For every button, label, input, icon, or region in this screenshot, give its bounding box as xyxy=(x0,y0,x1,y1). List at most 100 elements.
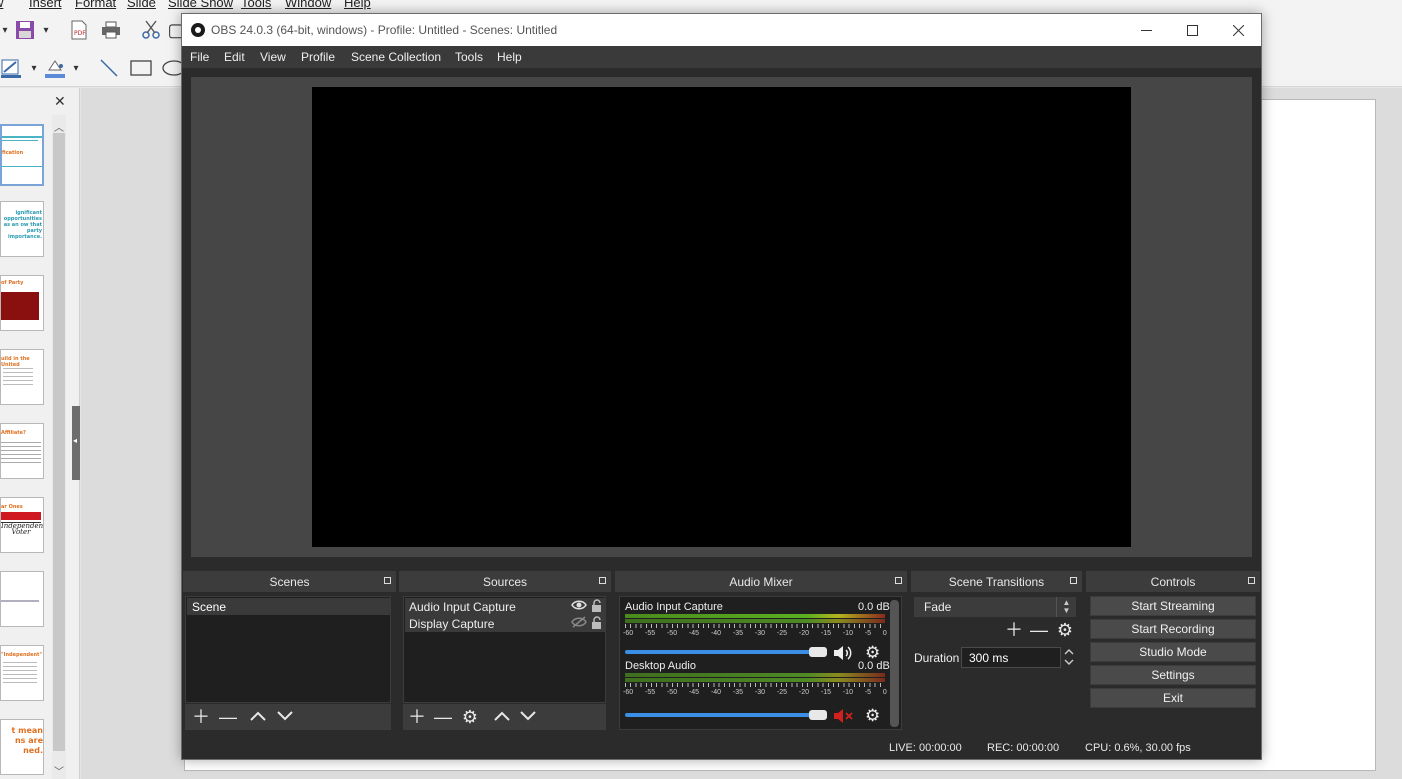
volume-slider-handle[interactable] xyxy=(809,647,827,657)
visibility-eye-icon[interactable] xyxy=(571,599,587,614)
float-dock-icon[interactable] xyxy=(384,577,391,584)
volume-meter xyxy=(625,673,885,677)
float-dock-icon[interactable] xyxy=(1070,577,1077,584)
speaker-icon[interactable] xyxy=(833,644,855,665)
maximize-button[interactable] xyxy=(1169,14,1215,46)
audio-mixer-panel: Audio Input Capture 0.0 dB -60 -55 -50 -45-… xyxy=(619,596,902,730)
move-down-chevron-icon[interactable] xyxy=(275,708,295,726)
scene-item[interactable]: Scene xyxy=(187,598,391,615)
bg-menu-slide[interactable]: Slide xyxy=(127,0,156,10)
panel-splitter[interactable]: ◂ xyxy=(72,406,80,480)
mixer-scrollbar[interactable] xyxy=(890,600,899,727)
scrollbar-thumb[interactable] xyxy=(53,133,65,751)
title-bar[interactable]: OBS 24.0.3 (64-bit, windows) - Profile: … xyxy=(182,14,1261,46)
transition-select-arrows-icon[interactable]: ▲ ▼ xyxy=(1056,597,1076,617)
minimize-button[interactable] xyxy=(1123,14,1169,46)
start-recording-button[interactable]: Start Recording xyxy=(1090,619,1256,639)
duration-stepper-icon[interactable] xyxy=(1061,647,1077,668)
remove-transition-minus-icon[interactable]: — xyxy=(1029,621,1049,639)
slide-thumbnail[interactable]: ignificant opportunities as an ow that p… xyxy=(0,201,44,257)
slide-thumbnail[interactable]: uild in the United xyxy=(0,349,44,405)
studio-mode-button[interactable]: Studio Mode xyxy=(1090,642,1256,662)
add-transition-plus-icon[interactable]: ＋ xyxy=(1004,621,1024,639)
lock-icon[interactable] xyxy=(591,616,602,632)
chevron-down-icon[interactable]: ﹀ xyxy=(54,763,64,778)
lock-icon[interactable] xyxy=(591,599,602,615)
slide-thumbnail[interactable]: Affiliate? xyxy=(0,423,44,479)
slide-thumbnail[interactable] xyxy=(0,571,44,627)
move-up-chevron-icon[interactable] xyxy=(248,708,268,726)
scenes-list[interactable]: Scene xyxy=(185,596,391,703)
bg-menu-window[interactable]: Window xyxy=(285,0,331,10)
line-color-icon[interactable] xyxy=(0,57,22,79)
print-icon[interactable] xyxy=(98,19,124,41)
volume-slider[interactable] xyxy=(625,713,825,717)
add-source-plus-icon[interactable]: ＋ xyxy=(407,708,427,726)
preview-canvas[interactable] xyxy=(312,87,1131,547)
close-icon[interactable]: ✕ xyxy=(54,94,68,108)
dock-title-controls: Controls xyxy=(1086,571,1260,592)
slides-scrollbar[interactable]: ︿ ﹀ xyxy=(52,115,66,779)
bg-menu-tools[interactable]: Tools xyxy=(241,0,271,10)
close-button[interactable] xyxy=(1215,14,1261,46)
bg-menu-insert[interactable]: Insert xyxy=(29,0,62,10)
bg-menu-format[interactable]: Format xyxy=(75,0,116,10)
menu-edit[interactable]: Edit xyxy=(224,50,245,64)
slide-thumbnail[interactable]: of Party xyxy=(0,275,44,331)
slide-image xyxy=(1,292,39,320)
bg-menu-view[interactable]: w xyxy=(0,0,3,10)
settings-button[interactable]: Settings xyxy=(1090,665,1256,685)
volume-meter xyxy=(625,619,885,623)
transition-properties-gear-icon[interactable]: ⚙ xyxy=(1055,621,1075,639)
remove-scene-minus-icon[interactable]: — xyxy=(218,708,238,726)
slide-thumbnail[interactable]: fication xyxy=(0,124,44,186)
slide-thumbnail[interactable]: ar Ones Independent Voter xyxy=(0,497,44,553)
remove-source-minus-icon[interactable]: — xyxy=(433,708,453,726)
ellipse-tool-icon[interactable] xyxy=(160,57,182,79)
menu-file[interactable]: File xyxy=(190,50,209,64)
rectangle-tool-icon[interactable] xyxy=(128,57,154,79)
source-properties-gear-icon[interactable]: ⚙ xyxy=(460,708,480,726)
channel-settings-gear-icon[interactable]: ⚙ xyxy=(865,644,880,661)
menu-help[interactable]: Help xyxy=(497,50,522,64)
duration-input[interactable]: 300 ms xyxy=(961,647,1061,668)
source-item[interactable]: Audio Input Capture xyxy=(405,598,606,615)
source-item[interactable]: Display Capture xyxy=(405,615,606,632)
volume-slider[interactable] xyxy=(625,650,825,654)
add-scene-plus-icon[interactable]: ＋ xyxy=(191,708,211,726)
source-name: Display Capture xyxy=(409,617,495,631)
dropdown-arrow-icon[interactable]: ▾ xyxy=(70,57,82,79)
float-dock-icon[interactable] xyxy=(895,577,902,584)
fill-color-icon[interactable] xyxy=(42,57,68,79)
float-dock-icon[interactable] xyxy=(1248,577,1255,584)
menu-tools[interactable]: Tools xyxy=(455,50,483,64)
slide-thumbnail[interactable]: "Independent" xyxy=(0,645,44,701)
line-tool-icon[interactable] xyxy=(96,57,122,79)
visibility-hidden-eye-icon[interactable] xyxy=(571,616,587,631)
channel-settings-gear-icon[interactable]: ⚙ xyxy=(865,707,880,724)
menu-profile[interactable]: Profile xyxy=(301,50,335,64)
dropdown-arrow-icon[interactable]: ▾ xyxy=(0,19,10,41)
dropdown-arrow-icon[interactable]: ▾ xyxy=(28,57,40,79)
chevron-up-icon[interactable]: ︿ xyxy=(54,119,64,134)
move-up-chevron-icon[interactable] xyxy=(492,708,512,726)
transition-select[interactable]: Fade xyxy=(914,597,1076,617)
export-pdf-icon[interactable]: PDF xyxy=(66,19,92,41)
cut-icon[interactable] xyxy=(138,19,164,41)
exit-button[interactable]: Exit xyxy=(1090,688,1256,708)
dropdown-arrow-icon[interactable]: ▾ xyxy=(40,19,52,41)
start-streaming-button[interactable]: Start Streaming xyxy=(1090,596,1256,616)
volume-meter xyxy=(625,678,885,682)
menu-view[interactable]: View xyxy=(260,50,286,64)
duration-label: Duration xyxy=(914,651,960,665)
float-dock-icon[interactable] xyxy=(599,577,606,584)
sources-list[interactable]: Audio Input Capture Display Capture xyxy=(403,596,606,703)
bg-menu-help[interactable]: Help xyxy=(344,0,371,10)
volume-slider-handle[interactable] xyxy=(809,710,827,720)
speaker-muted-icon[interactable] xyxy=(833,707,855,728)
move-down-chevron-icon[interactable] xyxy=(518,708,538,726)
bg-menu-slideshow[interactable]: Slide Show xyxy=(168,0,233,10)
menu-scene-collection[interactable]: Scene Collection xyxy=(351,50,441,64)
slide-thumbnail[interactable]: t mean ns are ned. xyxy=(0,719,44,775)
save-icon[interactable] xyxy=(12,19,38,41)
